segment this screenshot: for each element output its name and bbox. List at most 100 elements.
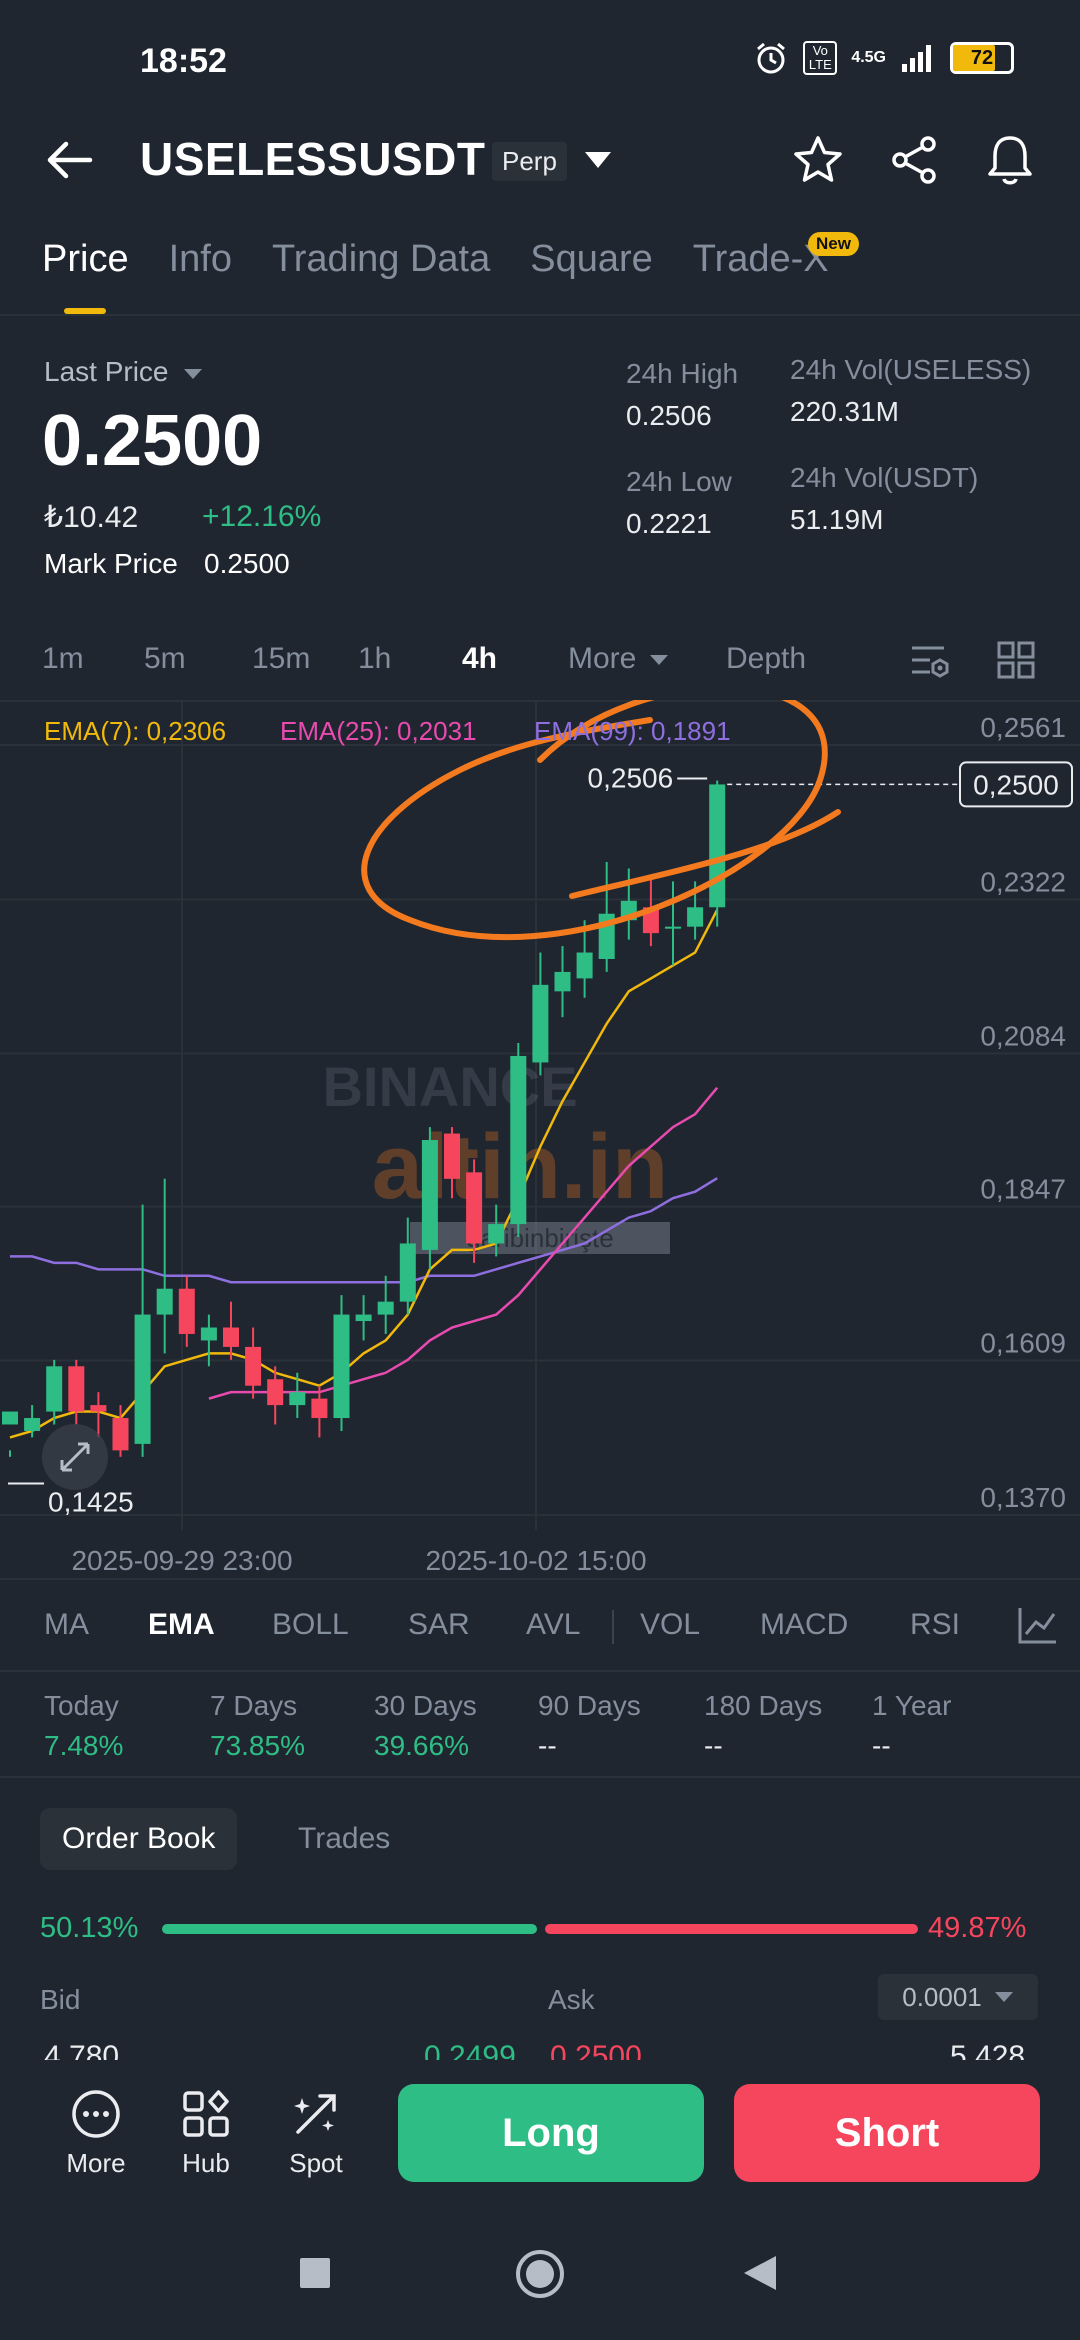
perf-divider — [0, 1776, 1080, 1778]
change-percent: +12.16% — [202, 500, 322, 533]
back-arrow-icon[interactable] — [40, 130, 100, 190]
indicator-boll[interactable]: BOLL — [272, 1608, 349, 1642]
y-tick-label-2: 0,2084 — [980, 1020, 1066, 1051]
high-marker-label: 0,2506 — [588, 763, 674, 794]
candle-body-21 — [466, 1172, 483, 1244]
hub-button[interactable]: Hub — [156, 2088, 256, 2179]
star-icon[interactable] — [792, 134, 844, 186]
last-price-label[interactable]: Last Price — [44, 356, 204, 388]
short-button[interactable]: Short — [734, 2084, 1040, 2182]
symbol-title[interactable]: USELESSUSDT — [140, 132, 485, 186]
interval-5m[interactable]: 5m — [144, 642, 186, 676]
home-circle-icon[interactable] — [514, 2248, 566, 2300]
candle-body-4 — [90, 1405, 107, 1412]
interval-1m[interactable]: 1m — [42, 642, 84, 676]
candle-body-30 — [665, 926, 681, 929]
bid-price[interactable]: 0.2499 — [424, 2040, 516, 2060]
top-tabs: Price Info Trading Data Square Trade-X — [42, 238, 829, 281]
layout-grid-icon[interactable] — [996, 640, 1036, 680]
more-dots-icon — [72, 2090, 120, 2138]
y-tick-label-1: 0,2322 — [980, 867, 1066, 898]
hub-icon — [183, 2090, 229, 2137]
interval-15m[interactable]: 15m — [252, 642, 310, 676]
chart-settings-icon[interactable] — [908, 640, 952, 680]
tab-trading-data[interactable]: Trading Data — [272, 238, 490, 281]
tick-size-value: 0.0001 — [902, 1981, 982, 2012]
candle-body-15 — [333, 1314, 350, 1419]
perf-90d-value: -- — [538, 1730, 557, 1761]
tab-square[interactable]: Square — [530, 238, 653, 281]
perf-30d-label: 30 Days — [374, 1690, 477, 1721]
high-24h-value: 0.2506 — [626, 400, 712, 431]
interval-4h[interactable]: 4h — [462, 642, 497, 676]
depth-tab[interactable]: Depth — [726, 642, 806, 676]
share-icon[interactable] — [888, 134, 940, 186]
fullscreen-button[interactable] — [42, 1424, 108, 1490]
chart-bottom-divider — [0, 1578, 1080, 1580]
more-button[interactable]: More — [46, 2088, 146, 2179]
indicator-avl[interactable]: AVL — [526, 1608, 580, 1642]
perf-7d-label: 7 Days — [210, 1690, 298, 1721]
indicator-ema[interactable]: EMA — [148, 1608, 215, 1642]
network-type: 4.5G — [851, 49, 886, 66]
indicator-vol[interactable]: VOL — [640, 1608, 700, 1642]
back-triangle-icon[interactable] — [742, 2254, 778, 2292]
low-24h-label: 24h Low — [626, 466, 732, 497]
battery-icon: 72 — [950, 42, 1014, 74]
candle-body-9 — [200, 1327, 217, 1341]
tab-price[interactable]: Price — [42, 238, 129, 281]
ask-price[interactable]: 0.2500 — [550, 2040, 642, 2060]
x-tick-label-1: 2025-10-02 15:00 — [425, 1545, 646, 1576]
tick-size-select[interactable]: 0.0001 — [878, 1974, 1038, 2020]
caret-down-icon — [184, 368, 203, 379]
vol-base-value: 220.31M — [790, 396, 899, 427]
candle-body-2 — [46, 1366, 63, 1412]
candle-body-12 — [267, 1379, 284, 1406]
bid-column-label: Bid — [40, 1984, 81, 2015]
y-tick-label-4: 0,1609 — [980, 1327, 1066, 1358]
perf-180d-label: 180 Days — [704, 1690, 823, 1721]
candle-body-11 — [245, 1346, 262, 1386]
low-marker-label: 0,1425 — [48, 1486, 134, 1517]
candle-body-19 — [421, 1140, 438, 1250]
caret-down-icon — [994, 1992, 1013, 2002]
candle-body-17 — [377, 1301, 394, 1315]
battery-level: 72 — [970, 46, 994, 69]
perp-badge: Perp — [492, 142, 567, 181]
indicator-sar[interactable]: SAR — [408, 1608, 470, 1642]
tabs-divider — [0, 314, 1080, 316]
ask-ratio-bar — [545, 1924, 918, 1934]
indicator-rsi[interactable]: RSI — [910, 1608, 960, 1642]
vol-quote-value: 51.19M — [790, 504, 884, 535]
tab-info[interactable]: Info — [169, 238, 232, 281]
candle-body-1 — [24, 1418, 41, 1431]
interval-1h[interactable]: 1h — [358, 642, 391, 676]
chevron-down-icon[interactable] — [582, 148, 614, 172]
candle-body-26 — [576, 952, 593, 979]
indicator-divider — [0, 1670, 1080, 1672]
interval-more[interactable]: More — [568, 642, 669, 676]
fiat-price: ₺10.42 — [44, 501, 139, 534]
bell-icon[interactable] — [984, 132, 1036, 188]
ema7-legend: EMA(7): 0,2306 — [44, 716, 227, 746]
x-axis-labels: 2025-09-29 23:00 2025-10-02 15:00 — [71, 1545, 646, 1576]
spot-button[interactable]: Spot — [266, 2088, 366, 2179]
candle-body-0 — [2, 1411, 18, 1425]
indicator-separator — [612, 1610, 614, 1644]
long-button[interactable]: Long — [398, 2084, 704, 2182]
candle-body-16 — [355, 1314, 372, 1322]
last-price-label-text: Last Price — [44, 356, 169, 387]
caret-down-icon — [649, 655, 668, 666]
tab-order-book[interactable]: Order Book — [40, 1808, 238, 1870]
recents-square-icon[interactable] — [298, 2256, 332, 2290]
indicator-settings-icon[interactable] — [1016, 1604, 1060, 1646]
indicator-ma[interactable]: MA — [44, 1608, 89, 1642]
candlestick-chart[interactable]: BINANCEaltin.ingaribinbirişte 0,25610,23… — [0, 700, 1080, 1580]
candle-body-10 — [223, 1327, 239, 1347]
tab-trades[interactable]: Trades — [298, 1822, 390, 1856]
interval-more-label: More — [568, 642, 637, 675]
mark-price-label: Mark Price — [44, 548, 178, 579]
last-price: 0.2500 — [42, 401, 263, 481]
indicator-macd[interactable]: MACD — [760, 1608, 848, 1642]
volte-icon: Vo LTE — [803, 41, 838, 75]
